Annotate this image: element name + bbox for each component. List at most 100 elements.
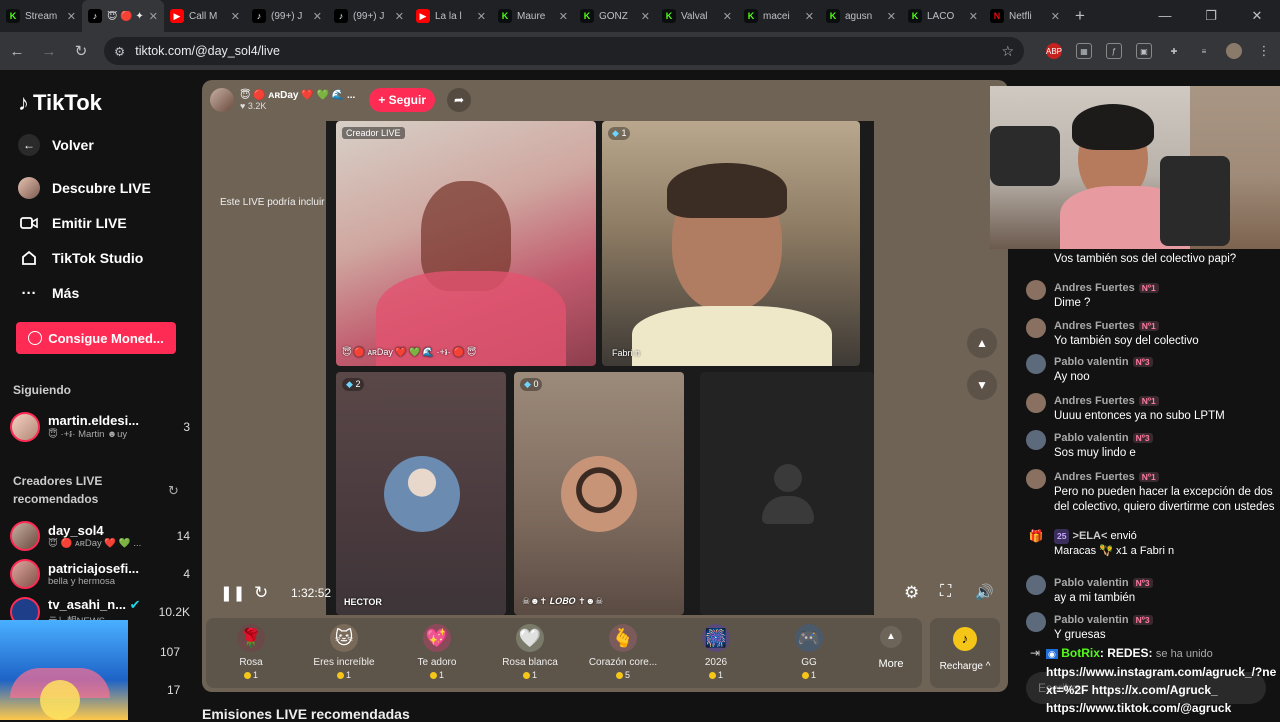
guest-video-1[interactable]: ◆ 1 Fabri n	[602, 121, 860, 366]
chat-avatar[interactable]	[1026, 393, 1046, 413]
tab-close-icon[interactable]: ✕	[395, 10, 404, 23]
tab-close-icon[interactable]: ✕	[313, 10, 322, 23]
chat-avatar[interactable]	[1026, 318, 1046, 338]
browser-tab[interactable]: ▶ Call M ✕	[164, 0, 246, 32]
browser-tab[interactable]: Kmacei ✕	[738, 0, 820, 32]
tab-close-icon[interactable]: ✕	[231, 10, 240, 23]
minimize-icon[interactable]: —	[1142, 0, 1188, 32]
chat-avatar[interactable]	[1026, 280, 1046, 300]
tab-close-icon[interactable]: ✕	[149, 10, 158, 23]
refresh-stream-icon[interactable]: ↻	[254, 583, 268, 603]
site-info-icon[interactable]: ⚙	[114, 44, 125, 59]
browser-tab[interactable]: ♪ (99+) J ✕	[246, 0, 328, 32]
browser-tab[interactable]: ♪ (99+) J ✕	[328, 0, 410, 32]
tab-title: Call M	[189, 10, 218, 22]
tab-close-icon[interactable]: ✕	[805, 10, 814, 23]
browser-tab[interactable]: K Maure ✕	[492, 0, 574, 32]
settings-gear-icon[interactable]: ⚙	[904, 583, 919, 603]
next-live-arrow-icon[interactable]: ▼	[967, 370, 997, 400]
browser-tab[interactable]: K Valval ✕	[656, 0, 738, 32]
tab-close-icon[interactable]: ✕	[559, 10, 568, 23]
creator-video[interactable]: Creador LIVE 😇 🔴 ᴀʀDay ❤️ 💚 🌊 ·+៛· 🔴 😇	[336, 121, 596, 366]
share-icon[interactable]: ➦	[447, 88, 471, 112]
gift-item[interactable]: 🌹 Rosa 1	[206, 624, 296, 680]
close-window-icon[interactable]: ✕	[1234, 0, 1280, 32]
chat-username[interactable]: Andres Fuertes	[1054, 320, 1135, 332]
host-avatar[interactable]	[210, 88, 234, 112]
profile-avatar[interactable]	[1226, 43, 1242, 59]
browser-tab[interactable]: Kagusn ✕	[820, 0, 902, 32]
sidebar-item-discover-live[interactable]: ● Descubre LIVE	[18, 177, 151, 199]
extension-icon[interactable]: ▦	[1076, 43, 1092, 59]
gift-item[interactable]: 🎆 2026 1	[671, 624, 761, 680]
chat-username[interactable]: Pablo valentin	[1054, 356, 1129, 368]
tab-close-icon[interactable]: ✕	[67, 10, 76, 23]
reload-icon[interactable]: ↻	[72, 42, 90, 60]
pause-icon[interactable]: ❚❚	[220, 584, 245, 602]
gift-item[interactable]: 🤍 Rosa blanca 1	[485, 624, 575, 680]
back-icon[interactable]: ←	[8, 43, 26, 60]
url-field[interactable]: ⚙ tiktok.com/@day_sol4/live ☆	[104, 37, 1024, 65]
menu-kebab-icon[interactable]: ⋮	[1256, 43, 1272, 59]
refresh-icon[interactable]: ↻	[168, 483, 179, 499]
sidebar-item-studio[interactable]: TikTok Studio	[18, 247, 143, 269]
new-tab-button[interactable]: +	[1066, 6, 1094, 26]
chat-username[interactable]: Andres Fuertes	[1054, 282, 1135, 294]
chat-username[interactable]: >ELA<	[1073, 530, 1108, 542]
volume-icon[interactable]: 🔊	[975, 583, 994, 601]
chat-avatar[interactable]	[1026, 575, 1046, 595]
chat-avatar[interactable]	[1026, 354, 1046, 374]
get-coins-button[interactable]: Consigue Moned...	[16, 322, 176, 354]
recommended-account[interactable]: patriciajosefi... bella y hermosa 4	[10, 558, 190, 590]
guest-video-2[interactable]: ◆ 2 HECTOR	[336, 372, 506, 615]
chat-username[interactable]: Andres Fuertes	[1054, 471, 1135, 483]
chat-username[interactable]: Pablo valentin	[1054, 614, 1129, 626]
browser-tab[interactable]: K LACO ✕	[902, 0, 984, 32]
browser-tab[interactable]: K Stream ✕	[0, 0, 82, 32]
chat-avatar[interactable]	[1026, 469, 1046, 489]
chat-username[interactable]: Pablo valentin	[1054, 577, 1129, 589]
gift-item[interactable]: 🐱 Eres increíble 1	[299, 624, 389, 680]
more-gifts-button[interactable]: ▲ More	[876, 626, 906, 670]
gift-item[interactable]: 🫰 Corazón core... 5	[578, 624, 668, 680]
tiktok-logo[interactable]: ♪ TikTok	[18, 90, 102, 116]
empty-guest-seat[interactable]	[700, 372, 874, 615]
browser-tab[interactable]: ♪ 😇 🔴 ✦ ✕	[82, 0, 164, 32]
sidebar-item-more[interactable]: ··· Más	[18, 282, 80, 304]
following-title: Siguiendo	[13, 383, 71, 397]
chat-username[interactable]: Andres Fuertes	[1054, 395, 1135, 407]
adblock-icon[interactable]: ABP	[1046, 43, 1062, 59]
gift-item[interactable]: 🎮 GG 1	[764, 624, 854, 680]
sidebar-item-go-live[interactable]: Emitir LIVE	[18, 212, 127, 234]
browser-tab[interactable]: N Netfli ✕	[984, 0, 1066, 32]
media-icon[interactable]: ≡	[1196, 43, 1212, 59]
tab-close-icon[interactable]: ✕	[641, 10, 650, 23]
guest-video-3[interactable]: ◆ 0 ☠︎☻✝ 𝑳𝑶𝑩𝑶 ✝☻☠︎	[514, 372, 684, 615]
sidebar-item-volver[interactable]: ← Volver	[18, 134, 94, 156]
recommended-account[interactable]: day_sol4 😇 🔴 ᴀʀDay ❤️ 💚 ... 14	[10, 520, 190, 552]
follow-button[interactable]: + Seguir	[369, 88, 435, 112]
tab-title: GONZ	[599, 10, 628, 22]
recharge-button[interactable]: ♪ Recharge ^	[930, 618, 1000, 688]
forward-icon[interactable]: →	[40, 43, 58, 60]
tab-close-icon[interactable]: ✕	[723, 10, 732, 23]
chat-avatar[interactable]	[1026, 612, 1046, 632]
tab-close-icon[interactable]: ✕	[1051, 10, 1060, 23]
tab-close-icon[interactable]: ✕	[477, 10, 486, 23]
chat-username[interactable]: Pablo valentin	[1054, 432, 1129, 444]
puzzle-icon[interactable]: ✚	[1166, 43, 1182, 59]
extension-icon[interactable]: ▣	[1136, 43, 1152, 59]
gift-item[interactable]: 💖 Te adoro 1	[392, 624, 482, 680]
chat-avatar[interactable]	[1026, 430, 1046, 450]
recommended-count: 107	[160, 645, 181, 659]
tab-close-icon[interactable]: ✕	[887, 10, 896, 23]
browser-tab[interactable]: ▶ La la l ✕	[410, 0, 492, 32]
following-account[interactable]: martin.eldesi... 😇 ·+៛· Martin ☻uy 3	[10, 411, 190, 443]
bookmark-star-icon[interactable]: ☆	[1001, 43, 1014, 60]
fullscreen-icon[interactable]: ⛶	[940, 583, 951, 601]
extension-icon[interactable]: ƒ	[1106, 43, 1122, 59]
previous-live-arrow-icon[interactable]: ▲	[967, 328, 997, 358]
tab-close-icon[interactable]: ✕	[969, 10, 978, 23]
maximize-icon[interactable]: ❐	[1188, 0, 1234, 32]
browser-tab[interactable]: K GONZ ✕	[574, 0, 656, 32]
